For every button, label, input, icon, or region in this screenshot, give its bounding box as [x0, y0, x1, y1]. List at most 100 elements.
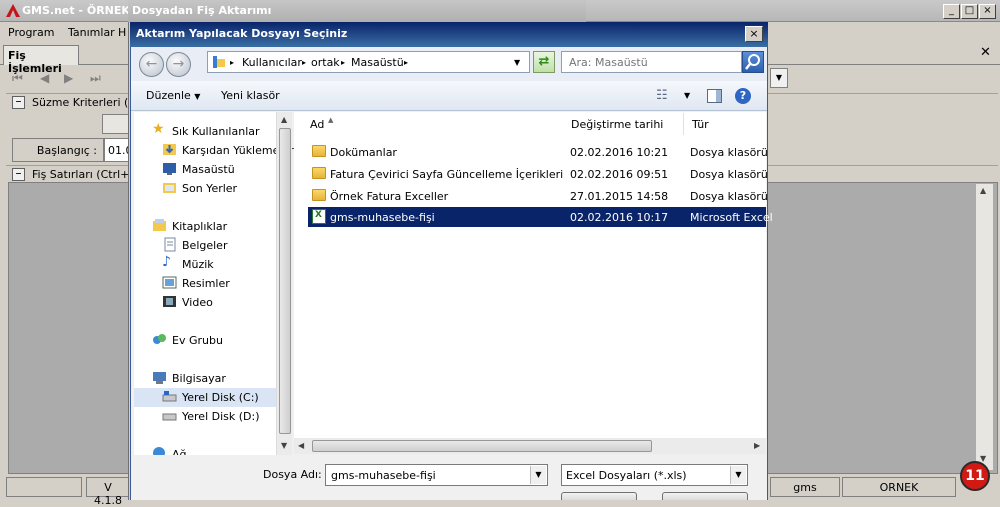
file-name-label: Dosya Adı: [263, 468, 322, 481]
scroll-up-icon[interactable]: ▲ [281, 115, 287, 124]
pictures-icon [162, 276, 177, 289]
scroll-thumb[interactable] [279, 128, 291, 434]
search-input[interactable] [567, 53, 737, 71]
breadcrumb-separator-icon: ▸ [404, 58, 409, 67]
nav-item-drive-c[interactable]: Yerel Disk (C:) [134, 388, 276, 407]
column-header-modified[interactable]: Değiştirme tarihi [563, 113, 684, 135]
open-button[interactable] [561, 492, 637, 500]
help-icon[interactable]: ? [735, 88, 751, 104]
start-label: Başlangıç : [12, 138, 104, 162]
video-icon [163, 296, 176, 307]
nav-label: Belgeler [182, 239, 228, 252]
app-logo-icon [6, 4, 20, 17]
view-dropdown-icon[interactable]: ▼ [684, 91, 690, 100]
folder-location-icon [213, 56, 225, 68]
dialog-title: Aktarım Yapılacak Dosyayı Seçiniz [136, 27, 348, 40]
refresh-button[interactable]: ⇄ [533, 51, 555, 73]
excel-file-icon [312, 209, 326, 224]
nav-label: Yerel Disk (D:) [182, 410, 260, 423]
file-type-select[interactable]: Excel Dosyaları (*.xls) ▼ [561, 464, 748, 486]
nav-item-network[interactable]: Ağ [152, 445, 292, 455]
address-dropdown-icon[interactable]: ▼ [514, 58, 520, 67]
file-row[interactable]: Fatura Çevirici Sayfa Güncelleme İçerikl… [308, 164, 768, 184]
menu-more[interactable]: H [118, 26, 126, 39]
refresh-icon: ⇄ [538, 54, 550, 69]
new-folder-button[interactable]: Yeni klasör [221, 89, 280, 102]
file-row[interactable]: Örnek Fatura Exceller 27.01.2015 14:58 D… [308, 186, 768, 206]
breadcrumb-desktop[interactable]: Masaüstü [351, 56, 404, 69]
file-name: Örnek Fatura Exceller [330, 190, 449, 203]
breadcrumb-separator-icon: ▸ [341, 58, 346, 67]
search-field[interactable] [561, 51, 742, 73]
chevron-down-icon: ▼ [194, 92, 201, 101]
dialog-close-button[interactable]: × [745, 26, 763, 42]
search-icon [745, 54, 760, 70]
forward-button[interactable]: → [166, 52, 191, 77]
downloads-icon [163, 144, 176, 155]
file-row-selected[interactable]: gms-muhasebe-fişi 02.02.2016 10:17 Micro… [308, 207, 773, 227]
file-name-input[interactable] [329, 466, 529, 484]
nav-label: Ağ [172, 448, 187, 455]
nav-item-favorites[interactable]: ★ Sık Kullanılanlar [152, 122, 292, 141]
collapse-icon[interactable]: – [12, 167, 25, 181]
nav-item-libraries[interactable]: Kitaplıklar [152, 217, 292, 236]
file-type: Dosya klasörü [690, 146, 768, 159]
drive-icon [162, 413, 177, 421]
grid-scrollbar[interactable]: ▲ ▼ [976, 184, 993, 470]
notification-badge[interactable]: 11 [960, 461, 990, 491]
chevron-down-icon[interactable]: ▼ [730, 466, 746, 484]
recent-places-icon [163, 183, 176, 193]
file-list-hscrollbar[interactable]: ◀ ▶ [294, 438, 766, 454]
scroll-down-icon[interactable]: ▼ [281, 441, 287, 450]
column-header-name[interactable]: Ad ▲ [302, 113, 564, 135]
maximize-button[interactable]: □ [961, 4, 978, 19]
tab-fis-islemleri[interactable]: Fiş İşlemleri [3, 45, 79, 75]
file-row[interactable]: Dokümanlar 02.02.2016 10:21 Dosya klasör… [308, 142, 768, 162]
nav-label: Bilgisayar [172, 372, 226, 385]
file-modified: 02.02.2016 10:17 [570, 211, 669, 224]
minimize-button[interactable]: _ [943, 4, 960, 19]
nav-label: Resimler [182, 277, 230, 290]
navigation-scrollbar[interactable]: ▲ ▼ [276, 112, 292, 455]
scroll-thumb[interactable] [312, 440, 652, 452]
scroll-left-icon[interactable]: ◀ [298, 441, 304, 450]
nav-label: Yerel Disk (C:) [182, 391, 259, 404]
address-bar[interactable]: ▸ Kullanıcılar ▸ ortak ▸ Masaüstü ▸ ▼ [207, 51, 530, 73]
status-company: ORNEK [842, 477, 956, 497]
menu-program[interactable]: Program [8, 26, 54, 39]
back-button[interactable]: ← [139, 52, 164, 77]
last-record-icon[interactable]: ⏭ [90, 71, 101, 86]
file-name: Dokümanlar [330, 146, 397, 159]
organize-label: Düzenle [146, 89, 191, 102]
chevron-down-icon[interactable]: ▼ [530, 466, 546, 484]
file-type-value: Excel Dosyaları (*.xls) [566, 469, 687, 482]
toolbar-dropdown[interactable]: ▼ [770, 68, 788, 88]
nav-label: Kitaplıklar [172, 220, 228, 233]
cancel-button[interactable] [662, 492, 748, 500]
computer-icon [153, 372, 166, 384]
next-record-icon[interactable]: ▶ [64, 71, 73, 85]
documents-icon [164, 237, 176, 252]
status-user: gms [770, 477, 840, 497]
scroll-right-icon[interactable]: ▶ [754, 441, 760, 450]
preview-pane-icon[interactable] [707, 89, 722, 103]
column-header-type[interactable]: Tür [684, 113, 766, 135]
file-name-combo[interactable]: ▼ [325, 464, 548, 486]
collapse-icon[interactable]: – [12, 95, 25, 109]
app-close-button[interactable]: × [979, 4, 996, 19]
breadcrumb-separator-icon: ▸ [230, 58, 235, 67]
nav-item-homegroup[interactable]: Ev Grubu [152, 331, 292, 350]
navigation-pane: ★ Sık Kullanılanlar Karşıdan Yüklemeler … [134, 112, 294, 455]
first-record-icon[interactable]: ⏮ [12, 71, 23, 86]
breadcrumb-ortak[interactable]: ortak [311, 56, 340, 69]
organize-button[interactable]: Düzenle ▼ [146, 89, 200, 102]
breadcrumb-users[interactable]: Kullanıcılar [242, 56, 302, 69]
search-button[interactable] [742, 51, 764, 73]
tab-close-icon[interactable]: ✕ [980, 45, 991, 60]
menu-definitions[interactable]: Tanımlar [68, 26, 115, 39]
scroll-up-icon[interactable]: ▲ [980, 186, 986, 195]
view-options-icon[interactable]: ☷ [656, 88, 668, 103]
nav-item-computer[interactable]: Bilgisayar [152, 369, 292, 388]
prev-record-icon[interactable]: ◀ [40, 71, 49, 85]
dialog-titlebar: Aktarım Yapılacak Dosyayı Seçiniz [130, 22, 768, 47]
